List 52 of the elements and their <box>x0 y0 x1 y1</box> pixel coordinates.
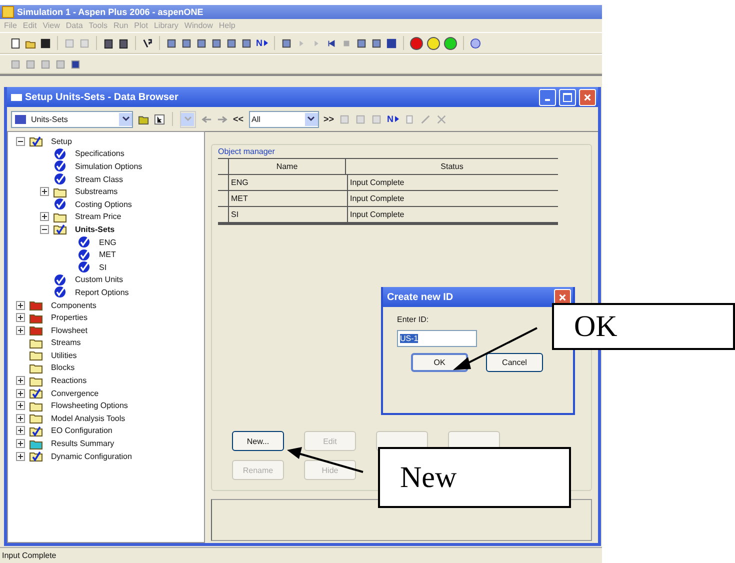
callout-tooltip: New <box>378 447 571 508</box>
tree-item[interactable]: Components <box>51 300 96 310</box>
tree-item[interactable]: Streams <box>51 338 81 348</box>
previous-button[interactable]: << <box>233 114 244 124</box>
tree-item[interactable]: SI <box>99 262 107 272</box>
window-title: Setup Units-Sets - Data Browser <box>25 92 180 102</box>
callout-tooltip: OK <box>552 303 735 350</box>
tree-item[interactable]: Report Options <box>75 288 129 297</box>
tree-item[interactable]: Flowsheeting Options <box>51 401 128 410</box>
filter-dropdown[interactable]: All <box>248 110 319 128</box>
tree-item[interactable]: Setup <box>51 136 72 146</box>
tree-item[interactable]: Specifications <box>75 149 124 158</box>
action-button[interactable]: New... <box>232 431 284 451</box>
tree-item[interactable]: Substreams <box>75 187 118 196</box>
dialog-title: Create new ID <box>387 292 454 302</box>
next-button[interactable]: N <box>256 38 268 48</box>
tree-item[interactable]: Flowsheet <box>51 326 88 335</box>
object-dropdown[interactable]: Units-Sets <box>11 110 133 128</box>
window-title: Simulation 1 - Aspen Plus 2006 - aspenONE <box>17 7 204 17</box>
table-cell: ENG <box>229 175 348 190</box>
field-label: Enter ID: <box>397 315 429 324</box>
tree-item[interactable]: Costing Options <box>75 200 132 209</box>
status-text: Input Complete <box>2 551 56 560</box>
tree-item[interactable]: Units-Sets <box>75 224 115 234</box>
id-input-field[interactable]: US-1 <box>397 330 477 347</box>
tree-item[interactable]: Model Analysis Tools <box>51 414 126 423</box>
ok-button[interactable]: OK <box>411 353 468 372</box>
tree-item[interactable]: Blocks <box>51 363 75 372</box>
table-cell-text: Input Complete <box>349 177 406 189</box>
next-button[interactable]: N <box>387 114 399 124</box>
tree-item[interactable]: Stream Class <box>75 174 124 184</box>
tree-item[interactable]: Stream Price <box>75 212 122 222</box>
tree-item[interactable]: MET <box>99 250 116 260</box>
tree-item[interactable]: EO Configuration <box>51 426 112 436</box>
table-cell-text: Input Complete <box>349 193 406 205</box>
tree-item[interactable]: Convergence <box>51 388 99 398</box>
column-header[interactable]: Status <box>346 159 558 174</box>
next-page-button[interactable]: >> <box>324 114 334 124</box>
tree-item[interactable]: Reactions <box>51 376 87 386</box>
tree-item[interactable]: Simulation Options <box>75 162 142 171</box>
tree-item[interactable]: Utilities <box>51 350 77 360</box>
tree-item[interactable]: Results Summary <box>51 439 114 448</box>
tree-item[interactable]: Properties <box>51 313 88 322</box>
table-cell-text: Input Complete <box>349 209 406 221</box>
tree-item[interactable]: Custom Units <box>75 275 124 284</box>
table-cell: MET <box>229 191 348 206</box>
group-title: Object manager <box>218 147 275 156</box>
cancel-button[interactable]: Cancel <box>486 353 543 372</box>
column-header[interactable]: Name <box>229 159 346 174</box>
tree-item[interactable]: Dynamic Configuration <box>51 452 132 461</box>
table-cell: SI <box>229 207 348 222</box>
tree-item[interactable]: ENG <box>99 238 116 247</box>
